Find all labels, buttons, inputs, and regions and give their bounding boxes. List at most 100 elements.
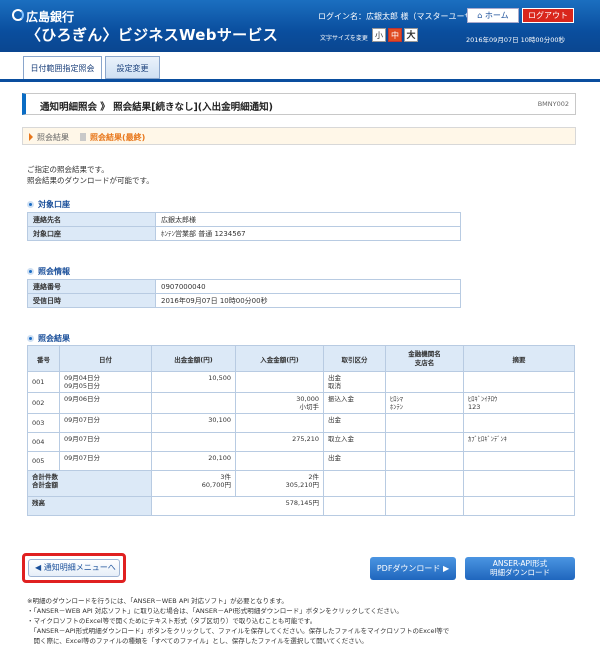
table-row: 受信日時 2016年09月07日 10時00分00秒 (27, 293, 461, 308)
bullet-icon (27, 201, 34, 208)
screen-code: BMNY002 (537, 100, 569, 108)
cell-type: 振込入金 (323, 392, 386, 414)
bank-name: 広島銀行 (26, 10, 75, 24)
home-label: ホーム (484, 11, 509, 20)
font-size-large-button[interactable]: 大 (404, 28, 418, 42)
section-target-account: 対象口座 (27, 199, 70, 210)
cell-memo: ｶﾌﾞﾋﾛｷﾞﾝﾃﾞﾝｷ (463, 432, 575, 452)
pdf-download-button[interactable]: PDFダウンロード ▶ (370, 557, 456, 580)
step-arrow-icon (29, 133, 33, 141)
nav-bar: 日付範囲指定照会 設定変更 (0, 52, 600, 82)
back-button-highlight: ◀ 通知明細メニューへ (22, 553, 126, 583)
step-1: 照会結果 (37, 133, 69, 142)
intro-line-2: 照会結果のダウンロードが可能です。 (27, 176, 154, 185)
cell-type: 取立入金 (323, 432, 386, 452)
cell-bank: ﾋﾛｼﾏ ﾎﾝﾃﾝ (385, 392, 464, 414)
row-label: 連絡番号 (27, 279, 156, 294)
current-datetime: 2016年09月07日 10時00分00秒 (466, 36, 565, 44)
empty-cell (463, 470, 575, 497)
anser-label-1: ANSER-API形式 (492, 559, 548, 568)
cell-bank (385, 413, 464, 433)
table-row: 004 09月07日分 275,210 取立入金 ｶﾌﾞﾋﾛｷﾞﾝﾃﾞﾝｷ (27, 432, 575, 452)
table-row: 003 09月07日分 30,100 出金 (27, 413, 575, 433)
table-row: 対象口座 ﾎﾝﾃﾝ営業部 普通 1234567 (27, 226, 461, 241)
empty-cell (385, 496, 464, 516)
section-heading: 照会情報 (38, 267, 70, 276)
cell-no: 002 (27, 392, 60, 414)
cell-type: 出金 (323, 451, 386, 471)
cell-type: 出金 取消 (323, 371, 386, 393)
home-button[interactable]: ⌂ ホーム (467, 8, 519, 23)
note-line: 「ANSER－API形式明細ダウンロード」ボタンをクリックして、ファイルを保存し… (27, 627, 450, 635)
note-line: ・「ANSER－WEB API 対応ソフト」に取り込む場合は、「ANSER－AP… (27, 607, 403, 615)
row-label: 連絡先名 (27, 212, 156, 227)
table-row: 連絡先名 広銀太郎様 (27, 212, 461, 227)
total-row: 合計件数 合計金額 3件 60,700円 2件 305,210円 (27, 470, 575, 497)
intro-text: ご指定の照会結果です。 照会結果のダウンロードが可能です。 (27, 164, 154, 186)
chevron-right-icon: ▶ (440, 564, 450, 573)
cell-date: 09月07日分 (59, 413, 152, 433)
cell-date: 09月07日分 (59, 451, 152, 471)
header-bar: 広島銀行 〈ひろぎん〉ビジネスWebサービス ログイン名：広銀太郎 様（マスター… (0, 0, 600, 52)
results-body: 001 09月04日分 09月05日分 10,500 出金 取消 002 09月06日分 3… (27, 371, 575, 471)
col-header: 入金金額(円) (235, 345, 324, 372)
cell-memo: ﾋﾛｷﾞﾝｲﾁﾛｳ 123 (463, 392, 575, 414)
cell-bank (385, 371, 464, 393)
cell-out (151, 392, 236, 414)
table-row: 002 09月06日分 30,000 小切手 振込入金 ﾋﾛｼﾏ ﾎﾝﾃﾝ ﾋﾛｷﾞﾝｲﾁ… (27, 392, 575, 414)
cell-out: 20,100 (151, 451, 236, 471)
section-inquiry-info: 照会情報 (27, 266, 70, 277)
logout-button[interactable]: ログアウト (522, 8, 574, 23)
font-size-small-button[interactable]: 小 (372, 28, 386, 42)
note-line: ※明細のダウンロードを行うには、「ANSER－WEB API 対応ソフト」が必要… (27, 597, 288, 605)
results-table: 番号 日付 出金金額(円) 入金金額(円) 取引区分 金融機関名 支店名 摘要 … (27, 345, 575, 516)
note-line: ・マイクロソフトのExcel等で開くためにテキスト形式（タブ区切り）で取り込むこ… (27, 617, 317, 625)
row-value: 2016年09月07日 10時00分00秒 (155, 293, 461, 308)
step-indicator: 照会結果 照会結果(最終) (22, 127, 576, 145)
step-2-current: 照会結果(最終) (90, 133, 146, 142)
cell-no: 005 (27, 451, 60, 471)
col-header: 番号 (27, 345, 60, 372)
font-size-label: 文字サイズを変更 (320, 35, 368, 42)
cell-date: 09月06日分 (59, 392, 152, 414)
anser-download-button[interactable]: ANSER-API形式 明細ダウンロード (465, 557, 575, 580)
inquiry-info-table: 連絡番号 0907000040 受信日時 2016年09月07日 10時00分0… (27, 279, 461, 308)
cell-memo (463, 451, 575, 471)
login-name: ログイン名：広銀太郎 様（マスターユーザ） (318, 12, 481, 21)
cell-in (235, 371, 324, 393)
back-to-menu-button[interactable]: ◀ 通知明細メニューへ (28, 559, 120, 577)
table-row: 005 09月07日分 20,100 出金 (27, 451, 575, 471)
bank-logo-icon (12, 9, 24, 21)
tab-date-range-inquiry[interactable]: 日付範囲指定照会 (23, 56, 102, 79)
row-value: ﾎﾝﾃﾝ営業部 普通 1234567 (155, 226, 461, 241)
page-title-box: 通知明細照会 》 照会結果[続きなし](入出金明細通知) BMNY002 (22, 93, 576, 115)
font-size-medium-button[interactable]: 中 (388, 28, 402, 42)
notes: ※明細のダウンロードを行うには、「ANSER－WEB API 対応ソフト」が必要… (27, 596, 587, 646)
cell-bank (385, 451, 464, 471)
cell-no: 004 (27, 432, 60, 452)
col-header: 金融機関名 支店名 (385, 345, 464, 372)
cell-no: 003 (27, 413, 60, 433)
cell-no: 001 (27, 371, 60, 393)
cell-in (235, 451, 324, 471)
section-heading: 照会結果 (38, 334, 70, 343)
empty-cell (463, 496, 575, 516)
page-title: 通知明細照会 》 照会結果[続きなし](入出金明細通知) (40, 102, 273, 113)
step-separator-icon (80, 133, 86, 141)
cell-type: 出金 (323, 413, 386, 433)
total-in: 2件 305,210円 (235, 470, 324, 497)
tab-settings[interactable]: 設定変更 (105, 56, 160, 79)
balance-value: 578,145円 (151, 496, 324, 516)
table-row: 連絡番号 0907000040 (27, 279, 461, 294)
total-out: 3件 60,700円 (151, 470, 236, 497)
balance-label: 残高 (27, 496, 152, 516)
section-heading: 対象口座 (38, 200, 70, 209)
cell-date: 09月04日分 09月05日分 (59, 371, 152, 393)
balance-row: 残高 578,145円 (27, 496, 575, 516)
cell-out: 10,500 (151, 371, 236, 393)
cell-memo (463, 371, 575, 393)
note-line: 開く際に、Excel等のファイルの種類を「すべてのファイル」とし、保存したファイ… (27, 637, 368, 645)
col-header: 摘要 (463, 345, 575, 372)
empty-cell (385, 470, 464, 497)
service-name: 〈ひろぎん〉ビジネスWebサービス (26, 26, 279, 44)
